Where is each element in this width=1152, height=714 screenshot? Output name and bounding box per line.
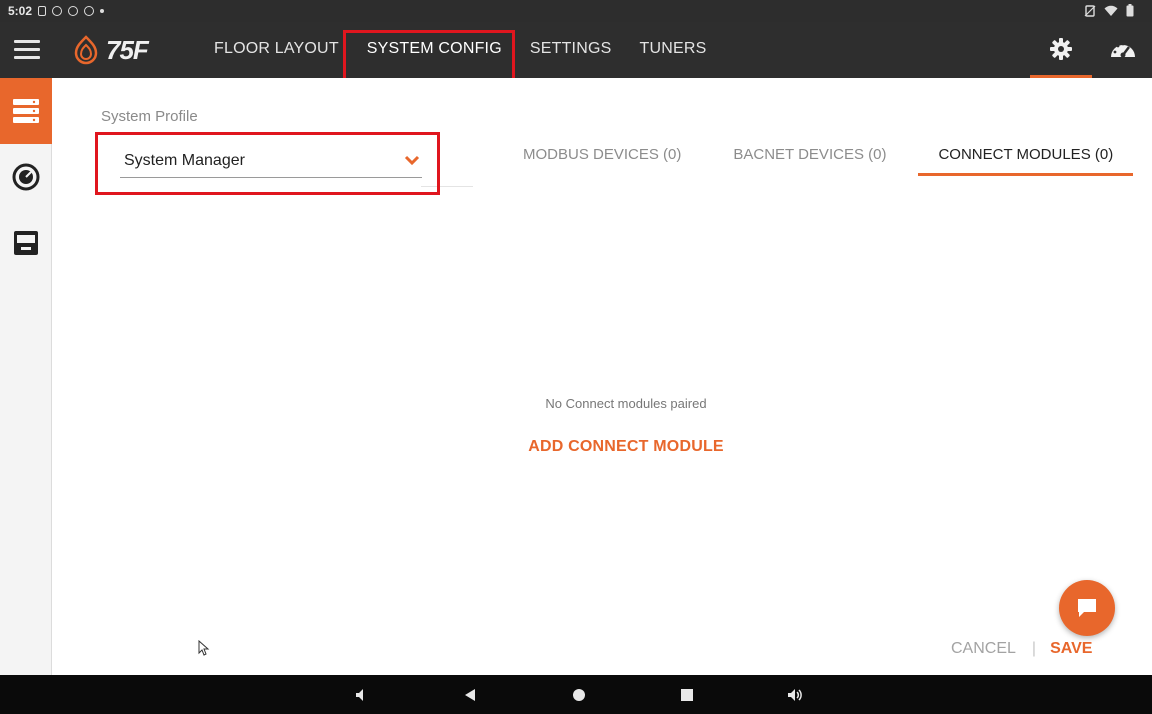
sidebar-item-dashboard[interactable] [0, 144, 52, 210]
logo: 75F [72, 34, 149, 66]
dial-meter-icon [12, 163, 40, 191]
system-config-highlight [343, 30, 515, 82]
tab-bacnet-devices[interactable]: BACNET DEVICES (0) [713, 138, 906, 176]
thermostat-device-icon [14, 231, 38, 255]
android-nav-bar [0, 675, 1152, 714]
empty-state-message: No Connect modules paired [545, 396, 707, 411]
speedometer-icon[interactable] [1108, 37, 1138, 63]
sync-icon [84, 6, 95, 16]
volume-up-icon[interactable] [786, 687, 804, 703]
settings-gear-button[interactable] [1030, 22, 1092, 78]
tab-tuners[interactable]: TUNERS [625, 22, 720, 78]
sidebar [0, 78, 52, 675]
mouse-cursor-icon [198, 640, 210, 656]
tab-settings[interactable]: SETTINGS [516, 22, 626, 78]
sidebar-item-device[interactable] [0, 210, 52, 276]
device-tabs: MODBUS DEVICES (0) BACNET DEVICES (0) CO… [503, 138, 1145, 176]
form-actions: CANCEL | SAVE [951, 640, 1092, 658]
home-icon[interactable] [571, 687, 587, 703]
save-button[interactable]: SAVE [1050, 640, 1092, 658]
app-bar: 75F FLOOR LAYOUT SYSTEM CONFIG SETTINGS … [0, 22, 1152, 78]
tab-floor-layout[interactable]: FLOOR LAYOUT [200, 22, 353, 78]
no-sim-icon [1084, 4, 1096, 17]
system-profile-label: System Profile [101, 108, 198, 125]
sidebar-item-system-profile[interactable] [0, 78, 52, 144]
menu-icon[interactable] [14, 40, 40, 60]
clock-icon [52, 6, 63, 16]
chat-button[interactable] [1059, 580, 1115, 636]
tab-connect-modules[interactable]: CONNECT MODULES (0) [918, 138, 1134, 176]
gear-icon [1050, 37, 1072, 60]
notification-dot-icon [100, 9, 105, 13]
sim-icon [38, 6, 47, 16]
cancel-button[interactable]: CANCEL [951, 640, 1016, 658]
system-profile-highlight [95, 132, 440, 195]
chat-bubble-icon [1078, 599, 1096, 617]
cloud-icon [68, 6, 79, 16]
flame-logo-icon [74, 35, 98, 65]
back-icon[interactable] [462, 687, 478, 703]
volume-down-icon[interactable] [354, 687, 370, 703]
status-bar: 5:02 [0, 0, 1152, 22]
action-separator: | [1031, 640, 1037, 657]
recents-icon[interactable] [679, 687, 695, 703]
server-list-icon [13, 99, 39, 123]
status-time: 5:02 [8, 4, 33, 18]
logo-text: 75F [106, 34, 149, 65]
tab-modbus-devices[interactable]: MODBUS DEVICES (0) [503, 138, 701, 176]
add-connect-module-button[interactable]: ADD CONNECT MODULE [53, 438, 1152, 456]
wifi-icon [1104, 5, 1118, 16]
battery-icon [1126, 4, 1134, 17]
